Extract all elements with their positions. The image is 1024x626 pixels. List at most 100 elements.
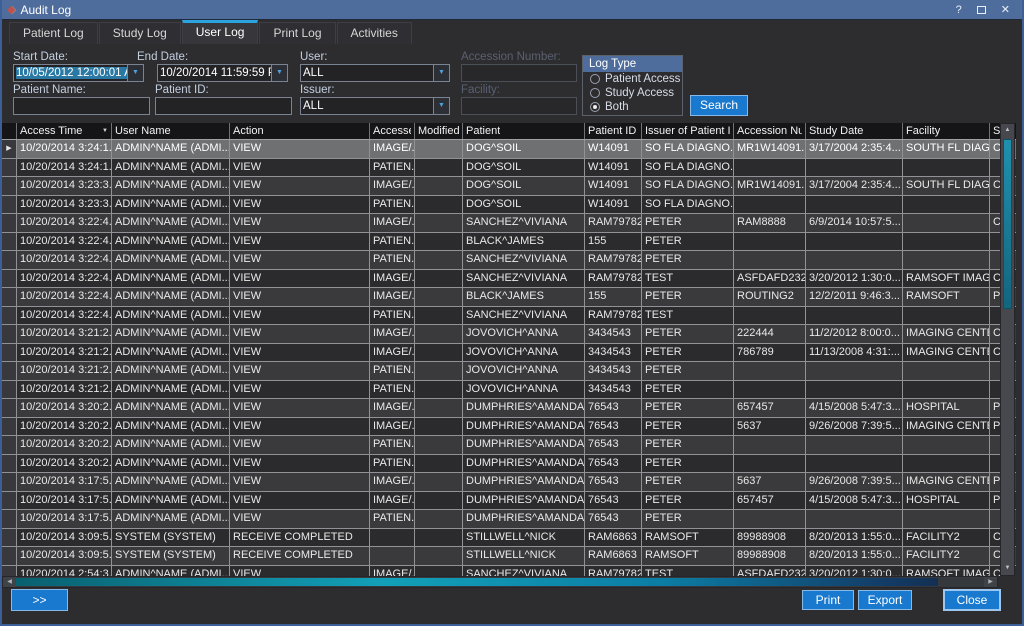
row-selector[interactable]: [2, 362, 17, 381]
vertical-scroll-thumb[interactable]: [1003, 139, 1012, 309]
close-button[interactable]: Close: [943, 589, 1001, 611]
row-selector[interactable]: [2, 399, 17, 418]
export-button[interactable]: Export: [858, 590, 912, 610]
row-selector[interactable]: [2, 177, 17, 196]
row-selector[interactable]: [2, 325, 17, 344]
table-row[interactable]: 10/20/2014 3:09:5...SYSTEM (SYSTEM)RECEI…: [2, 529, 1016, 548]
table-row[interactable]: 10/20/2014 3:20:2...ADMIN^NAME (ADMI...V…: [2, 399, 1016, 418]
help-button[interactable]: ?: [956, 1, 962, 19]
tab-patient-log[interactable]: Patient Log: [9, 22, 98, 44]
scroll-up-button[interactable]: ▲: [1001, 124, 1014, 137]
row-selector[interactable]: [2, 473, 17, 492]
cell: PATIEN...: [370, 251, 415, 270]
table-row[interactable]: 10/20/2014 3:22:4...ADMIN^NAME (ADMI...V…: [2, 233, 1016, 252]
end-date-dropdown-button[interactable]: ▼: [271, 65, 287, 81]
column-header-user-name[interactable]: User Name: [112, 123, 230, 139]
titlebar[interactable]: ◆ Audit Log ? ✕: [2, 0, 1022, 20]
table-row[interactable]: 10/20/2014 3:17:5...ADMIN^NAME (ADMI...V…: [2, 473, 1016, 492]
row-selector[interactable]: [2, 344, 17, 363]
selected-row-arrow-icon[interactable]: ▶: [2, 140, 17, 159]
column-header-facility[interactable]: Facility: [903, 123, 990, 139]
expand-button[interactable]: >>: [11, 589, 68, 611]
maximize-button[interactable]: [977, 1, 986, 19]
print-button[interactable]: Print: [802, 590, 854, 610]
end-date-input[interactable]: 10/20/2014 11:59:59 PM ▼: [157, 64, 288, 82]
radio-both[interactable]: Both: [583, 100, 682, 114]
row-selector[interactable]: [2, 510, 17, 529]
column-header-patient[interactable]: Patient: [463, 123, 585, 139]
row-selector[interactable]: [2, 288, 17, 307]
radio-patient-access[interactable]: Patient Access: [583, 72, 682, 86]
row-selector[interactable]: [2, 418, 17, 437]
table-row[interactable]: 10/20/2014 3:21:2...ADMIN^NAME (ADMI...V…: [2, 344, 1016, 363]
table-row[interactable]: 10/20/2014 3:22:4...ADMIN^NAME (ADMI...V…: [2, 270, 1016, 289]
row-selector[interactable]: [2, 529, 17, 548]
tab-study-log[interactable]: Study Log: [99, 22, 181, 44]
scroll-down-button[interactable]: ▼: [1001, 562, 1014, 575]
table-row[interactable]: 10/20/2014 3:22:4...ADMIN^NAME (ADMI...V…: [2, 288, 1016, 307]
table-row[interactable]: 10/20/2014 3:17:5...ADMIN^NAME (ADMI...V…: [2, 492, 1016, 511]
column-header-action[interactable]: Action: [230, 123, 370, 139]
table-row[interactable]: 10/20/2014 3:20:2...ADMIN^NAME (ADMI...V…: [2, 455, 1016, 474]
table-row[interactable]: 10/20/2014 3:20:2...ADMIN^NAME (ADMI...V…: [2, 418, 1016, 437]
table-row[interactable]: 10/20/2014 3:24:1...ADMIN^NAME (ADMI...V…: [2, 159, 1016, 178]
facility-value: [462, 98, 576, 114]
table-row[interactable]: 10/20/2014 3:21:2...ADMIN^NAME (ADMI...V…: [2, 362, 1016, 381]
table-row[interactable]: 10/20/2014 3:23:3...ADMIN^NAME (ADMI...V…: [2, 177, 1016, 196]
patient-name-input[interactable]: [13, 97, 150, 115]
table-row[interactable]: 10/20/2014 3:23:3...ADMIN^NAME (ADMI...V…: [2, 196, 1016, 215]
close-window-button[interactable]: ✕: [1001, 1, 1010, 19]
table-row[interactable]: 10/20/2014 3:21:2...ADMIN^NAME (ADMI...V…: [2, 381, 1016, 400]
table-row[interactable]: 10/20/2014 2:54:3...ADMIN^NAME (ADMI...V…: [2, 566, 1016, 577]
row-selector[interactable]: [2, 251, 17, 270]
horizontal-scrollbar[interactable]: ◀ ▶: [2, 576, 998, 588]
column-header-study-date[interactable]: Study Date: [806, 123, 903, 139]
row-selector[interactable]: [2, 196, 17, 215]
user-dropdown-button[interactable]: ▼: [433, 65, 449, 81]
table-row[interactable]: 10/20/2014 3:22:4...ADMIN^NAME (ADMI...V…: [2, 251, 1016, 270]
row-selector[interactable]: [2, 270, 17, 289]
start-date-input[interactable]: 10/05/2012 12:00:01 AM ▼: [13, 64, 144, 82]
table-row[interactable]: 10/20/2014 3:09:5...SYSTEM (SYSTEM)RECEI…: [2, 547, 1016, 566]
table-row[interactable]: 10/20/2014 3:17:5...ADMIN^NAME (ADMI...V…: [2, 510, 1016, 529]
row-selector[interactable]: [2, 547, 17, 566]
column-header-issuer-of-patient-id[interactable]: Issuer of Patient ID: [642, 123, 734, 139]
row-selector[interactable]: [2, 233, 17, 252]
radio-study-access[interactable]: Study Access: [583, 86, 682, 100]
tab-user-log[interactable]: User Log: [182, 20, 259, 44]
table-row[interactable]: 10/20/2014 3:22:4...ADMIN^NAME (ADMI...V…: [2, 307, 1016, 326]
horizontal-scroll-thumb[interactable]: [16, 578, 938, 586]
scroll-right-button[interactable]: ▶: [984, 577, 997, 587]
radio-label: Study Access: [605, 87, 674, 99]
row-selector[interactable]: [2, 381, 17, 400]
table-row[interactable]: 10/20/2014 3:21:2...ADMIN^NAME (ADMI...V…: [2, 325, 1016, 344]
table-row[interactable]: 10/20/2014 3:20:2...ADMIN^NAME (ADMI...V…: [2, 436, 1016, 455]
row-selector[interactable]: [2, 159, 17, 178]
issuer-select[interactable]: ALL ▼: [300, 97, 450, 115]
row-selector[interactable]: [2, 566, 17, 577]
row-selector[interactable]: [2, 455, 17, 474]
tab-activities[interactable]: Activities: [337, 22, 412, 44]
cell: 10/20/2014 3:24:1...: [17, 140, 112, 159]
start-date-dropdown-button[interactable]: ▼: [127, 65, 143, 81]
column-header-patient-id[interactable]: Patient ID: [585, 123, 642, 139]
row-selector[interactable]: [2, 214, 17, 233]
user-select[interactable]: ALL ▼: [300, 64, 450, 82]
row-selector[interactable]: [2, 436, 17, 455]
column-header-modified[interactable]: Modified: [415, 123, 463, 139]
issuer-dropdown-button[interactable]: ▼: [433, 98, 449, 114]
scroll-left-button[interactable]: ◀: [3, 577, 16, 587]
patient-id-input[interactable]: [155, 97, 292, 115]
column-header-accession-numb[interactable]: Accession Numb: [734, 123, 806, 139]
table-row[interactable]: ▶10/20/2014 3:24:1...ADMIN^NAME (ADMI...…: [2, 140, 1016, 159]
cell: SANCHEZ^VIVIANA: [463, 270, 585, 289]
row-selector[interactable]: [2, 307, 17, 326]
search-button[interactable]: Search: [690, 95, 748, 116]
row-selector[interactable]: [2, 492, 17, 511]
vertical-scrollbar[interactable]: ▲ ▼: [1000, 123, 1015, 576]
column-header-access-time[interactable]: Access Time▼: [17, 123, 112, 139]
tab-print-log[interactable]: Print Log: [259, 22, 335, 44]
column-header-accessed[interactable]: Accessed: [370, 123, 415, 139]
cell: 10/20/2014 3:17:5...: [17, 473, 112, 492]
table-row[interactable]: 10/20/2014 3:22:4...ADMIN^NAME (ADMI...V…: [2, 214, 1016, 233]
